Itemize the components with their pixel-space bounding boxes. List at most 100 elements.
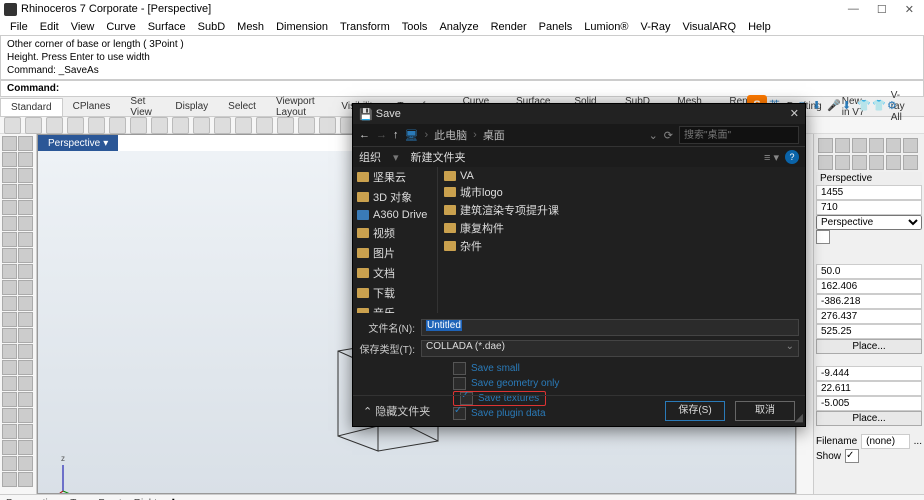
panel-icon[interactable]: [835, 155, 850, 170]
file-城市logo[interactable]: 城市logo: [440, 183, 803, 201]
help-button[interactable]: ?: [785, 150, 799, 164]
tab-viewport-layout[interactable]: Viewport Layout: [266, 93, 331, 121]
viewport-tab-perspective[interactable]: Perspective▾: [38, 135, 118, 151]
tree-图片[interactable]: 图片: [353, 243, 437, 263]
toolbar-icon[interactable]: [88, 117, 105, 134]
tab-select[interactable]: Select: [218, 98, 266, 115]
tool-icon[interactable]: [2, 360, 17, 375]
tool-icon[interactable]: [18, 440, 33, 455]
resize-grip-icon[interactable]: ◢: [795, 411, 803, 424]
panel-icon[interactable]: [852, 155, 867, 170]
tool-icon[interactable]: [18, 312, 33, 327]
tool-icon[interactable]: [2, 312, 17, 327]
filename-input[interactable]: Untitled: [421, 319, 799, 336]
tree-文档[interactable]: 文档: [353, 263, 437, 283]
tool-icon[interactable]: [2, 456, 17, 471]
tool-icon[interactable]: [2, 344, 17, 359]
tool-icon[interactable]: [2, 424, 17, 439]
maximize-button[interactable]: ☐: [877, 3, 887, 16]
toolbar-icon[interactable]: [4, 117, 21, 134]
tool-icon[interactable]: [18, 168, 33, 183]
toolbar-icon[interactable]: [46, 117, 63, 134]
menu-analyze[interactable]: Analyze: [433, 21, 484, 33]
nav-up-button[interactable]: ↑: [393, 129, 399, 141]
tool-icon[interactable]: [18, 200, 33, 215]
tool-icon[interactable]: [18, 392, 33, 407]
toolbar-icon[interactable]: [235, 117, 252, 134]
place-target-button[interactable]: Place...: [816, 411, 922, 426]
tree-下载[interactable]: 下载: [353, 283, 437, 303]
save-button[interactable]: 保存(S): [665, 401, 725, 421]
option-save-small[interactable]: Save small: [453, 361, 805, 376]
menu-file[interactable]: File: [4, 21, 34, 33]
tree-3D 对象[interactable]: 3D 对象: [353, 187, 437, 207]
browse-button[interactable]: ...: [914, 436, 922, 447]
tool-icon[interactable]: [18, 344, 33, 359]
menu-transform[interactable]: Transform: [334, 21, 396, 33]
menu-render[interactable]: Render: [485, 21, 533, 33]
file-list[interactable]: VA城市logo建筑渲染专项提升课康复构件杂件: [438, 167, 805, 313]
tool-icon[interactable]: [2, 264, 17, 279]
tab-set-view[interactable]: Set View: [120, 93, 165, 121]
tab-display[interactable]: Display: [165, 98, 218, 115]
tool-icon[interactable]: [18, 328, 33, 343]
nav-back-button[interactable]: ←: [359, 129, 370, 141]
new-folder-button[interactable]: 新建文件夹: [411, 149, 466, 165]
tool-icon[interactable]: [18, 248, 33, 263]
minimize-button[interactable]: —: [848, 3, 859, 16]
tree-坚果云[interactable]: 坚果云: [353, 167, 437, 187]
close-button[interactable]: ✕: [905, 3, 914, 16]
tool-icon[interactable]: [2, 472, 17, 487]
panel-icon[interactable]: [835, 138, 850, 153]
tool-icon[interactable]: [18, 408, 33, 423]
filetype-select[interactable]: COLLADA (*.dae)⌄: [421, 340, 799, 357]
tool-icon[interactable]: [18, 184, 33, 199]
projection-checkbox[interactable]: [816, 230, 830, 244]
tool-icon[interactable]: [2, 440, 17, 455]
menu-tools[interactable]: Tools: [396, 21, 434, 33]
tool-icon[interactable]: [18, 456, 33, 471]
organize-button[interactable]: 组织: [359, 149, 381, 165]
toolbar-icon[interactable]: [193, 117, 210, 134]
menu-curve[interactable]: Curve: [100, 21, 141, 33]
tool-icon[interactable]: [2, 216, 17, 231]
file-杂件[interactable]: 杂件: [440, 237, 803, 255]
panel-icon[interactable]: [818, 155, 833, 170]
tool-icon[interactable]: [2, 152, 17, 167]
tree-A360 Drive[interactable]: A360 Drive: [353, 207, 437, 223]
tool-icon[interactable]: [18, 152, 33, 167]
tool-icon[interactable]: [18, 472, 33, 487]
tool-icon[interactable]: [18, 136, 33, 151]
tab-cplanes[interactable]: CPlanes: [63, 98, 121, 115]
panel-icon[interactable]: [869, 155, 884, 170]
panel-icon[interactable]: [903, 138, 918, 153]
menu-help[interactable]: Help: [742, 21, 777, 33]
file-VA[interactable]: VA: [440, 169, 803, 183]
menu-subd[interactable]: SubD: [192, 21, 232, 33]
panel-icon[interactable]: [903, 155, 918, 170]
file-建筑渲染专项提升课[interactable]: 建筑渲染专项提升课: [440, 201, 803, 219]
menu-view[interactable]: View: [65, 21, 101, 33]
file-康复构件[interactable]: 康复构件: [440, 219, 803, 237]
tool-icon[interactable]: [18, 376, 33, 391]
tool-icon[interactable]: [2, 376, 17, 391]
breadcrumb-pc[interactable]: 此电脑: [434, 127, 467, 143]
tree-视频[interactable]: 视频: [353, 223, 437, 243]
panel-icon[interactable]: [869, 138, 884, 153]
tool-icon[interactable]: [2, 168, 17, 183]
menu-dimension[interactable]: Dimension: [270, 21, 334, 33]
menu-edit[interactable]: Edit: [34, 21, 65, 33]
tool-icon[interactable]: [18, 232, 33, 247]
option-save-geometry-only[interactable]: Save geometry only: [453, 376, 805, 391]
tool-icon[interactable]: [18, 296, 33, 311]
tool-icon[interactable]: [2, 392, 17, 407]
panel-icon[interactable]: [886, 138, 901, 153]
toolbar-icon[interactable]: [214, 117, 231, 134]
view-button[interactable]: ≡ ▾: [764, 151, 779, 164]
tool-icon[interactable]: [2, 232, 17, 247]
panel-icon[interactable]: [818, 138, 833, 153]
tool-icon[interactable]: [2, 184, 17, 199]
refresh-button[interactable]: ⟳: [664, 129, 673, 142]
breadcrumb-desktop[interactable]: 桌面: [483, 127, 505, 143]
tool-icon[interactable]: [2, 200, 17, 215]
